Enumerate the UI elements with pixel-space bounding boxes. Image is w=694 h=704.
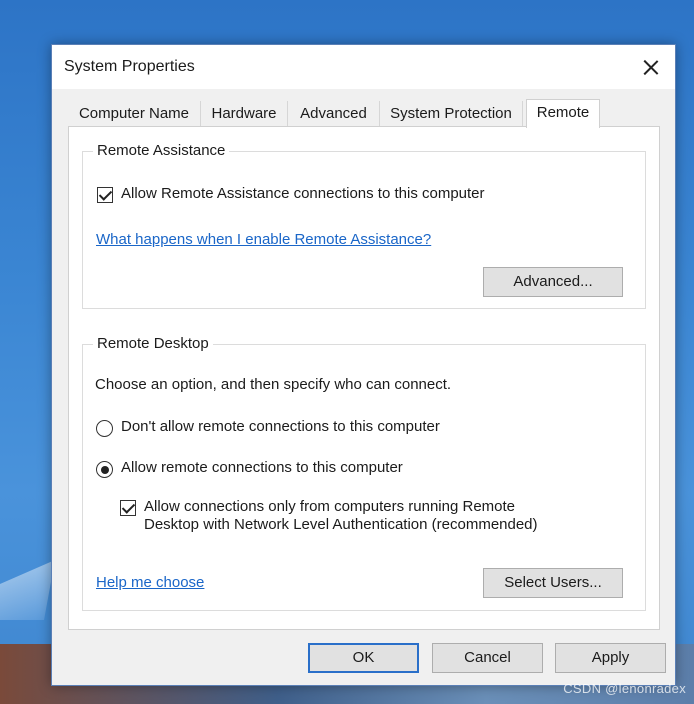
dont-allow-radio[interactable] [96, 420, 113, 437]
watermark-text: CSDN @lenonradex [563, 681, 686, 696]
tab-advanced[interactable]: Advanced [288, 101, 380, 126]
close-icon[interactable] [637, 53, 665, 81]
nla-checkbox[interactable] [120, 500, 136, 516]
allow-remote-assistance-checkbox[interactable] [97, 187, 113, 203]
remote-desktop-instruction: Choose an option, and then specify who c… [95, 376, 452, 393]
window-title: System Properties [64, 58, 195, 75]
nla-label-line1[interactable]: Allow connections only from computers ru… [144, 498, 515, 515]
help-me-choose-link[interactable]: Help me choose [96, 574, 204, 591]
system-properties-dialog: System Properties Computer Name Hardware… [51, 44, 676, 686]
remote-assistance-group-label: Remote Assistance [93, 142, 230, 159]
tab-hardware[interactable]: Hardware [201, 101, 288, 126]
tab-computer-name[interactable]: Computer Name [68, 101, 201, 126]
remote-desktop-group: Remote Desktop Choose an option, and the… [82, 335, 646, 611]
ok-button[interactable]: OK [308, 643, 419, 673]
remote-assistance-help-link[interactable]: What happens when I enable Remote Assist… [96, 231, 431, 248]
apply-button[interactable]: Apply [555, 643, 666, 673]
select-users-button[interactable]: Select Users... [483, 568, 623, 598]
title-bar: System Properties [52, 45, 675, 89]
dont-allow-label[interactable]: Don't allow remote connections to this c… [121, 418, 440, 435]
advanced-button[interactable]: Advanced... [483, 267, 623, 297]
remote-desktop-group-label: Remote Desktop [93, 335, 213, 352]
allow-remote-assistance-label[interactable]: Allow Remote Assistance connections to t… [121, 185, 485, 202]
remote-tab-panel: Remote Assistance Allow Remote Assistanc… [68, 126, 660, 630]
allow-remote-label[interactable]: Allow remote connections to this compute… [121, 459, 403, 476]
tab-system-protection[interactable]: System Protection [380, 101, 523, 126]
nla-label-line2[interactable]: Desktop with Network Level Authenticatio… [144, 516, 538, 533]
cancel-button[interactable]: Cancel [432, 643, 543, 673]
allow-remote-radio[interactable] [96, 461, 113, 478]
remote-assistance-group: Remote Assistance Allow Remote Assistanc… [82, 142, 646, 309]
desktop-decoration [0, 560, 55, 620]
tab-remote[interactable]: Remote [526, 99, 600, 128]
